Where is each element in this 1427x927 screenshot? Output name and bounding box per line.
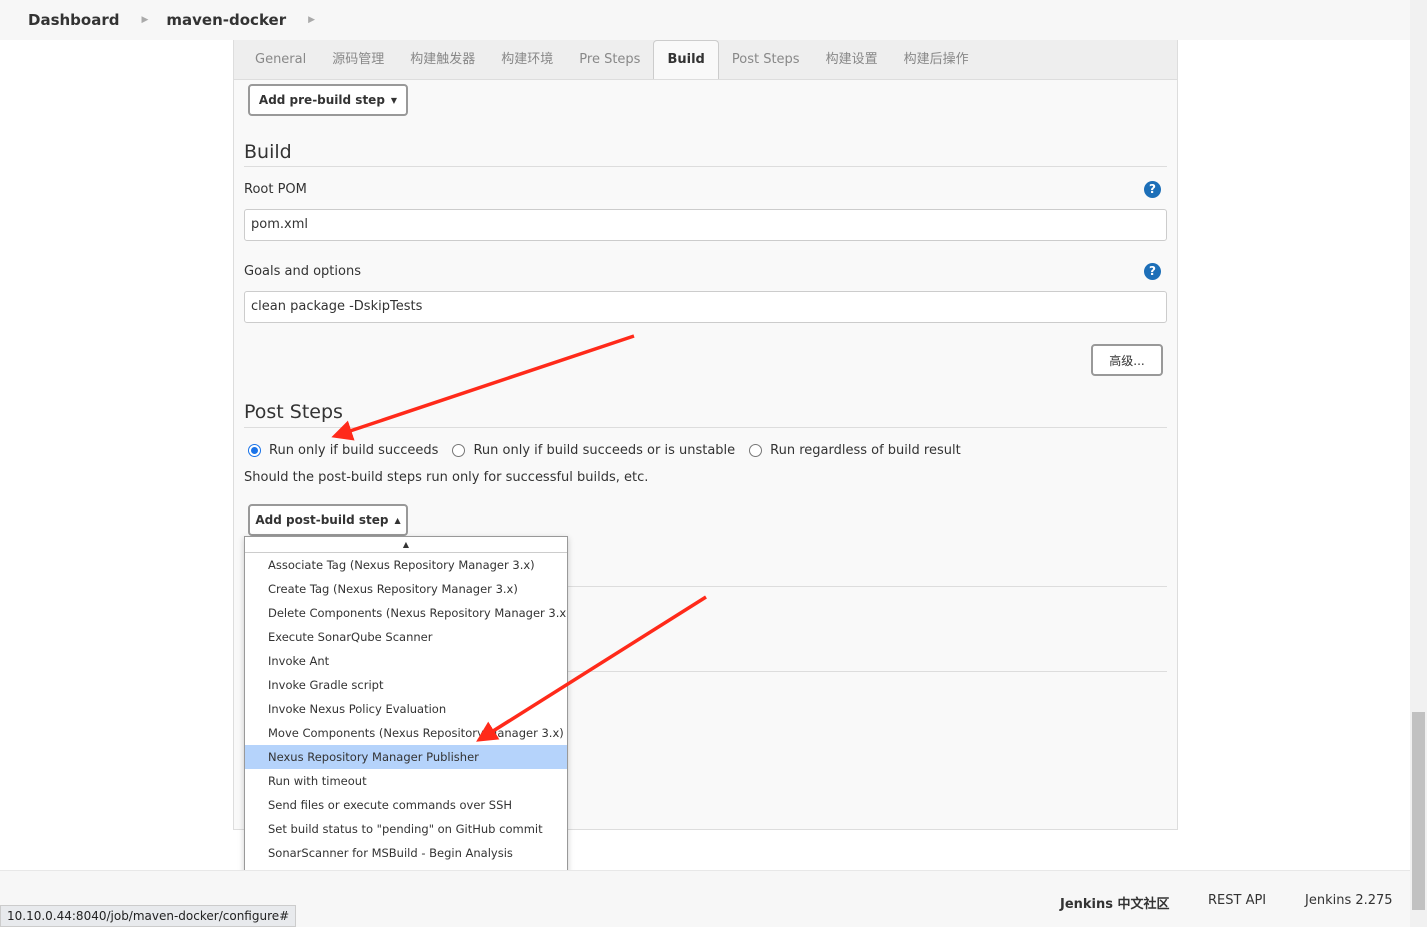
scrollbar[interactable] [1410, 0, 1427, 927]
annotation-arrow [331, 334, 635, 441]
scrollbar-thumb[interactable] [1412, 712, 1425, 910]
version-link[interactable]: Jenkins 2.275 [1305, 893, 1393, 908]
annotation-arrow [476, 595, 707, 742]
status-bar-url: 10.10.0.44:8040/job/maven-docker/configu… [0, 905, 297, 927]
annotation-arrows [331, 334, 707, 742]
community-link[interactable]: Jenkins 中文社区 [1060, 893, 1170, 912]
rest-api-link[interactable]: REST API [1208, 893, 1266, 908]
